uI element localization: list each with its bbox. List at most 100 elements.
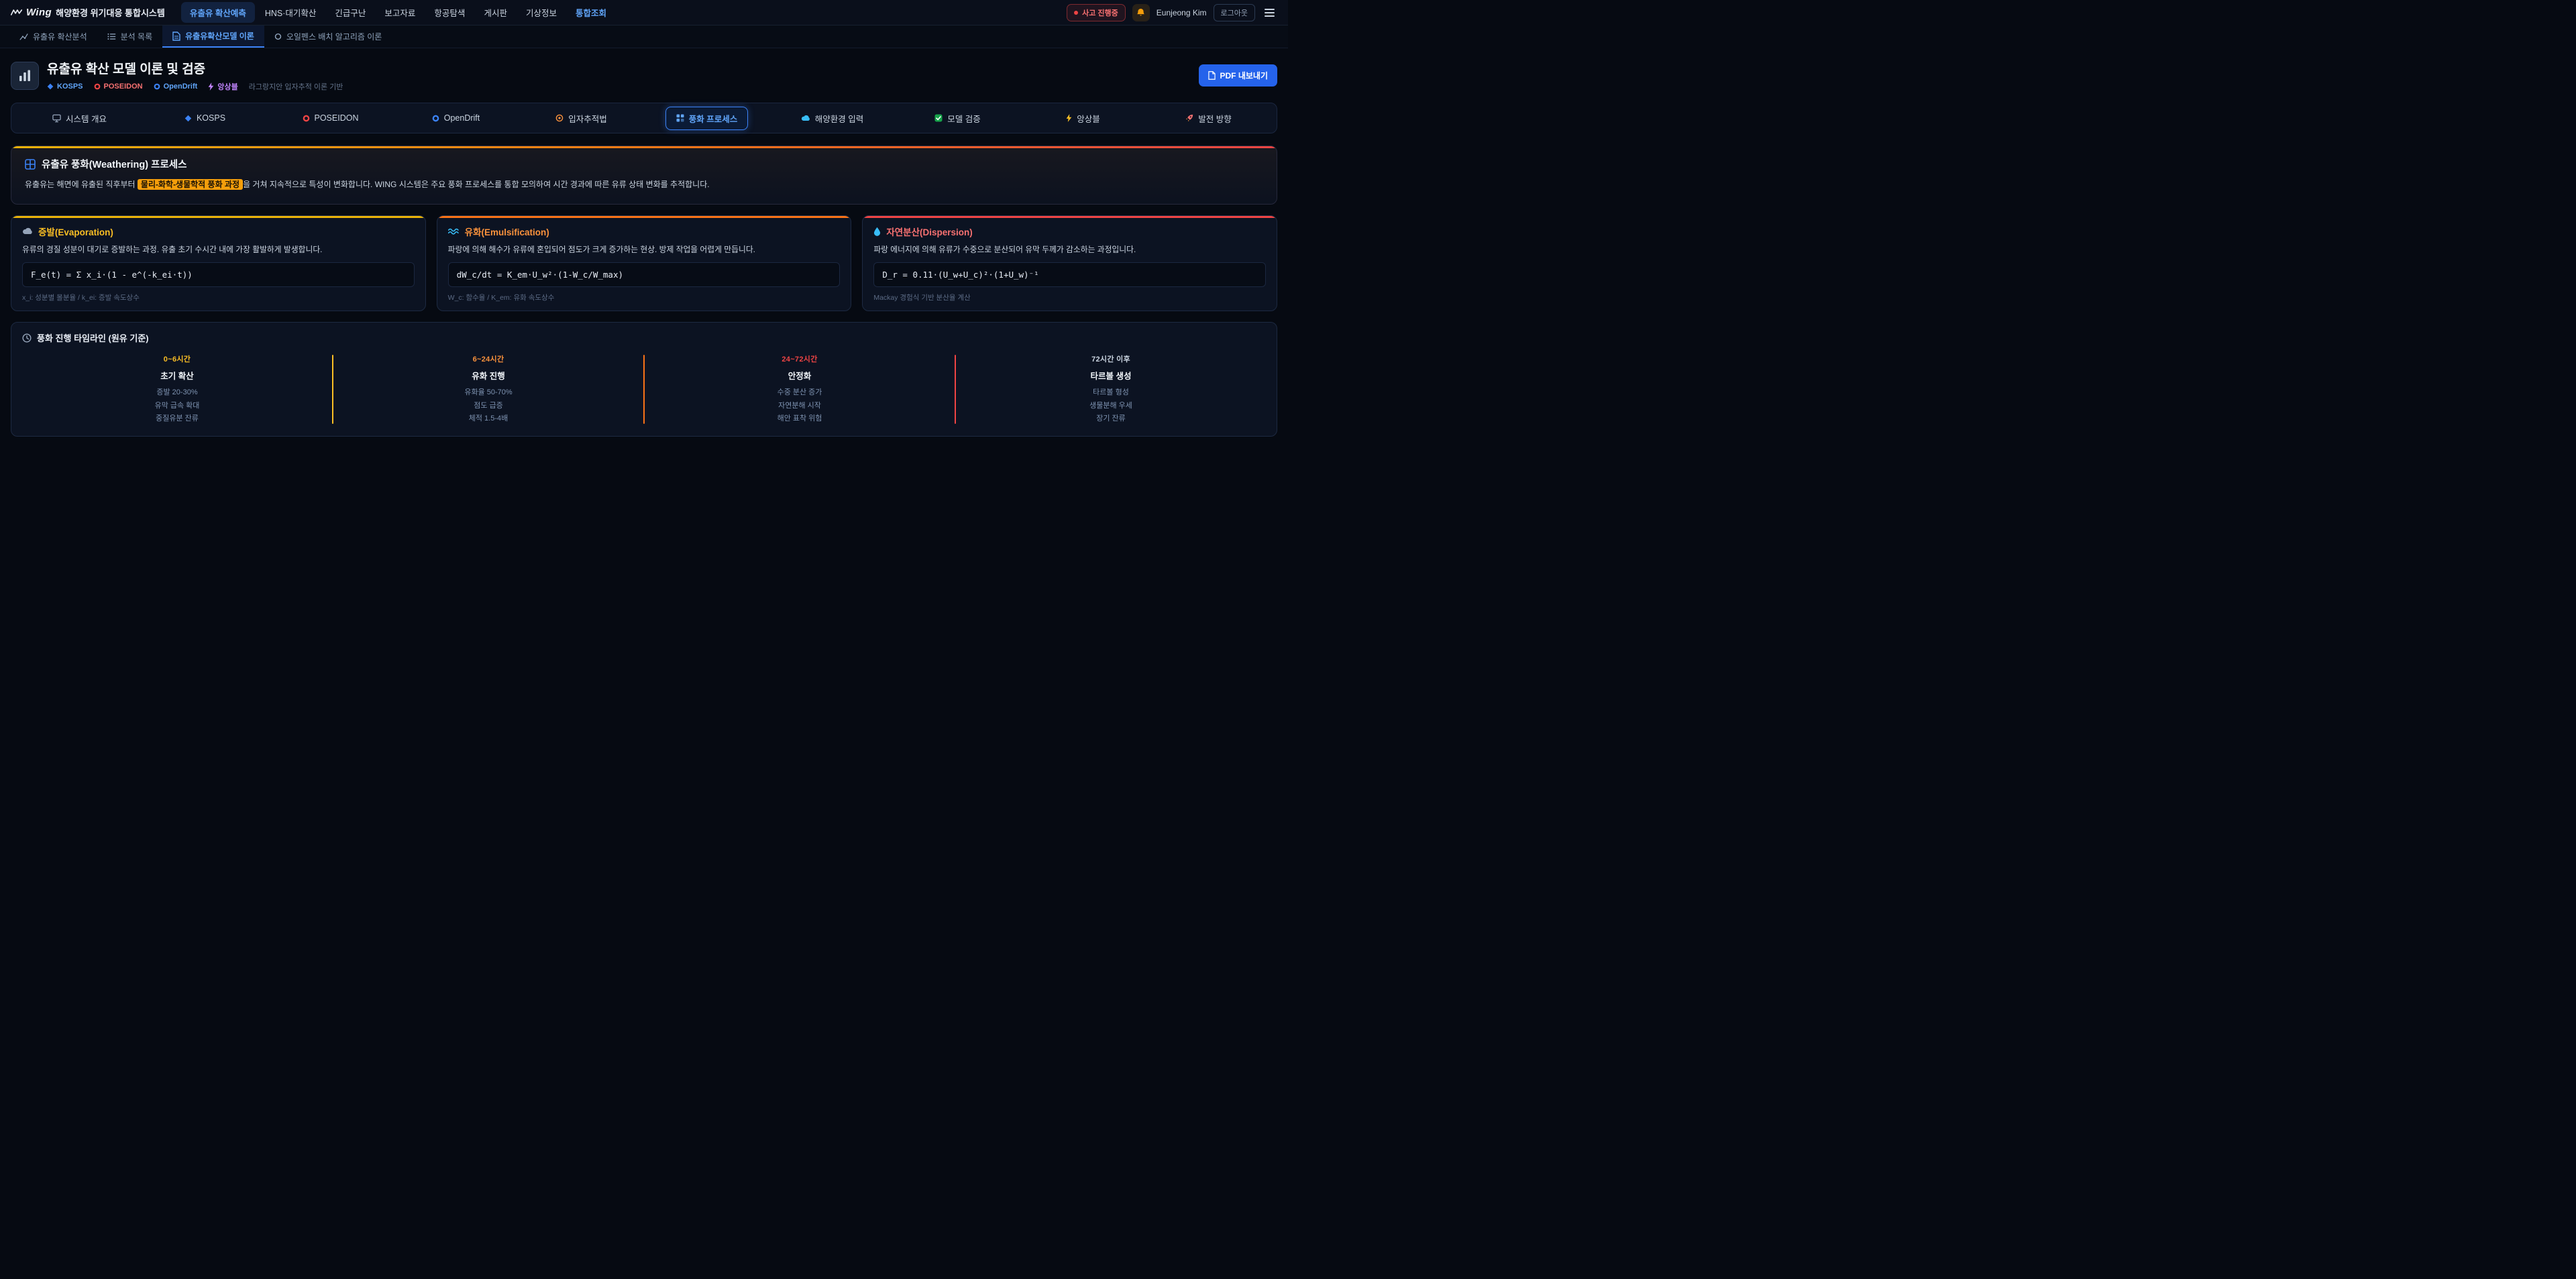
tab-poseidon[interactable]: POSEIDON: [268, 108, 393, 128]
tab-ensemble[interactable]: 앙상블: [1020, 107, 1146, 130]
timeline-stage-initial: 0~6시간 초기 확산 증발 20-30% 유막 급속 확대 중질유분 잔류: [22, 353, 332, 425]
pdf-export-button[interactable]: PDF 내보내기: [1199, 64, 1278, 87]
menu-toggle-button[interactable]: [1262, 6, 1277, 19]
nav-item-hns-air-dispersion[interactable]: HNS·대기확산: [256, 2, 325, 23]
tab-label: 오일펜스 배치 알고리즘 이론: [286, 31, 382, 42]
nav-item-emergency-rescue[interactable]: 긴급구난: [326, 2, 374, 23]
logout-button[interactable]: 로그아웃: [1214, 4, 1255, 21]
page-header: 유출유 확산 모델 이론 및 검증 KOSPS POSEIDON OpenDri…: [11, 59, 1277, 92]
nav-item-aerial-search[interactable]: 항공탐색: [425, 2, 474, 23]
card-accent-bar: [11, 216, 425, 218]
ensemble-bolt-icon: [1066, 114, 1072, 122]
stage-detail: 장기 잔류: [956, 412, 1266, 425]
card-description: 유류의 경질 성분이 대기로 증발하는 과정. 유출 초기 수시간 내에 가장 …: [22, 244, 415, 256]
header-note: 라그랑지안 입자추적 이론 기반: [249, 81, 343, 92]
timeline-grid: 0~6시간 초기 확산 증발 20-30% 유막 급속 확대 중질유분 잔류 6…: [22, 353, 1266, 425]
stage-details: 유화율 50-70% 점도 급증 체적 1.5-4배: [333, 386, 643, 425]
stage-period: 72시간 이후: [956, 353, 1266, 364]
tab-label: KOSPS: [197, 113, 225, 123]
tab-kosps[interactable]: KOSPS: [142, 108, 268, 128]
stage-name: 안정화: [645, 369, 955, 382]
tab-analysis-list[interactable]: 분석 목록: [97, 25, 163, 48]
formula-footnote: Mackay 경험식 기반 분산율 계산: [873, 292, 1266, 302]
tab-oil-fence-theory[interactable]: 오일펜스 배치 알고리즘 이론: [264, 25, 392, 48]
logo-text: Wing: [26, 7, 52, 18]
opendrift-circle-icon: [154, 83, 160, 90]
stage-name: 초기 확산: [22, 369, 332, 382]
kosps-diamond-icon: [184, 115, 192, 122]
stage-name: 타르볼 생성: [956, 369, 1266, 382]
weathering-description: 유출유는 해면에 유출된 직후부터 물리-화학-생물학적 풍화 과정을 거쳐 지…: [25, 178, 1263, 192]
circle-icon: [274, 33, 282, 40]
weathering-timeline-panel: 풍화 진행 타임라인 (원유 기준) 0~6시간 초기 확산 증발 20-30%…: [11, 322, 1277, 437]
tab-label: 풍화 프로세스: [689, 112, 737, 125]
nav-item-integrated-search[interactable]: 통합조회: [567, 2, 615, 23]
nav-item-oil-spill-forecast[interactable]: 유출유 확산예측: [181, 2, 255, 23]
card-description: 파랑에 의해 해수가 유류에 혼입되어 점도가 크게 증가하는 현상. 방제 작…: [448, 244, 841, 256]
tab-system-overview[interactable]: 시스템 개요: [17, 107, 142, 130]
bar-chart-icon: [18, 69, 32, 82]
weathering-intro-panel: 유출유 풍화(Weathering) 프로세스 유출유는 해면에 유출된 직후부…: [11, 146, 1277, 205]
tab-label: 앙상블: [1077, 112, 1100, 125]
ensemble-bolt-icon: [208, 82, 214, 91]
card-title: 자연분산(Dispersion): [886, 225, 972, 238]
card-title: 유화(Emulsification): [465, 225, 549, 238]
tab-future-direction[interactable]: 발전 방향: [1146, 107, 1271, 130]
kosps-diamond-icon: [47, 83, 54, 90]
list-icon: [107, 32, 116, 41]
stage-detail: 해안 표착 위험: [645, 412, 955, 425]
card-dispersion: 자연분산(Dispersion) 파랑 에너지에 의해 유류가 수중으로 분산되…: [862, 215, 1277, 312]
stage-period: 6~24시간: [333, 353, 643, 364]
gradient-accent-bar: [11, 146, 1277, 148]
badge-kosps: KOSPS: [47, 82, 83, 91]
tab-ocean-environment-input[interactable]: 해양환경 입력: [769, 107, 895, 130]
weathering-grid-icon: [676, 114, 684, 122]
card-title: 증발(Evaporation): [38, 225, 113, 238]
tab-label: 분석 목록: [121, 31, 153, 42]
desc-after: 을 거쳐 지속적으로 특성이 변화합니다. WING 시스템은 주요 풍화 프로…: [243, 180, 710, 189]
tab-spill-analysis[interactable]: 유출유 확산분석: [9, 25, 97, 48]
stage-name: 유화 진행: [333, 369, 643, 382]
tab-model-validation[interactable]: 모델 검증: [895, 107, 1020, 130]
stage-details: 타르볼 형성 생물분해 우세 장기 잔류: [956, 386, 1266, 425]
timeline-title: 풍화 진행 타임라인 (원유 기준): [37, 331, 149, 344]
process-cards: 증발(Evaporation) 유류의 경질 성분이 대기로 증발하는 과정. …: [11, 215, 1277, 312]
nav-item-board[interactable]: 게시판: [475, 2, 516, 23]
main-content: 유출유 확산 모델 이론 및 검증 KOSPS POSEIDON OpenDri…: [0, 59, 1288, 437]
theory-section-tabs: 시스템 개요 KOSPS POSEIDON OpenDrift 입자추적법 풍화…: [11, 103, 1277, 133]
badge-label: 앙상블: [217, 81, 237, 92]
stage-detail: 자연분해 시작: [645, 400, 955, 412]
pdf-button-label: PDF 내보내기: [1220, 70, 1269, 81]
app-root: Wing 해양환경 위기대응 통합시스템 유출유 확산예측 HNS·대기확산 긴…: [0, 0, 1288, 640]
dispersion-droplet-icon: [873, 227, 881, 236]
stage-details: 수중 분산 증가 자연분해 시작 해안 표착 위험: [645, 386, 955, 425]
page-header-icon-tile: [11, 62, 39, 90]
incident-status-badge[interactable]: 사고 진행중: [1067, 4, 1126, 21]
weathering-title: 유출유 풍화(Weathering) 프로세스: [42, 157, 186, 171]
wave-logo-icon: [11, 9, 22, 16]
tab-weathering-process[interactable]: 풍화 프로세스: [644, 107, 769, 130]
badge-poseidon: POSEIDON: [94, 82, 143, 91]
tab-label: 발전 방향: [1198, 112, 1231, 125]
timeline-stage-stabilization: 24~72시간 안정화 수중 분산 증가 자연분해 시작 해안 표착 위험: [645, 353, 955, 425]
nav-item-reports[interactable]: 보고자료: [376, 2, 424, 23]
stage-detail: 증발 20-30%: [22, 386, 332, 399]
notifications-button[interactable]: [1132, 4, 1150, 21]
ocean-input-cloud-icon: [801, 115, 810, 121]
dispersion-formula: D_r = 0.11·(U_w+U_c)²·(1+U_w)⁻¹: [873, 262, 1266, 287]
tab-particle-tracking[interactable]: 입자추적법: [519, 107, 644, 130]
badge-opendrift: OpenDrift: [154, 82, 198, 91]
desc-highlight: 물리-화학-생물학적 풍화 과정: [138, 179, 243, 190]
main-menu: 유출유 확산예측 HNS·대기확산 긴급구난 보고자료 항공탐색 게시판 기상정…: [181, 2, 615, 23]
tab-model-theory[interactable]: 유출유확산모델 이론: [162, 25, 264, 48]
timeline-stage-emulsification: 6~24시간 유화 진행 유화율 50-70% 점도 급증 체적 1.5-4배: [333, 353, 643, 425]
status-dot-icon: [1074, 11, 1078, 15]
formula-footnote: W_c: 함수율 / K_em: 유화 속도상수: [448, 292, 841, 302]
stage-detail: 생물분해 우세: [956, 400, 1266, 412]
tab-opendrift[interactable]: OpenDrift: [393, 108, 519, 128]
nav-item-weather-info[interactable]: 기상정보: [517, 2, 566, 23]
app-logo[interactable]: Wing 해양환경 위기대응 통합시스템: [11, 6, 165, 19]
stage-detail: 점도 급증: [333, 400, 643, 412]
tab-label: 유출유 확산분석: [33, 31, 87, 42]
validation-check-icon: [934, 114, 943, 122]
